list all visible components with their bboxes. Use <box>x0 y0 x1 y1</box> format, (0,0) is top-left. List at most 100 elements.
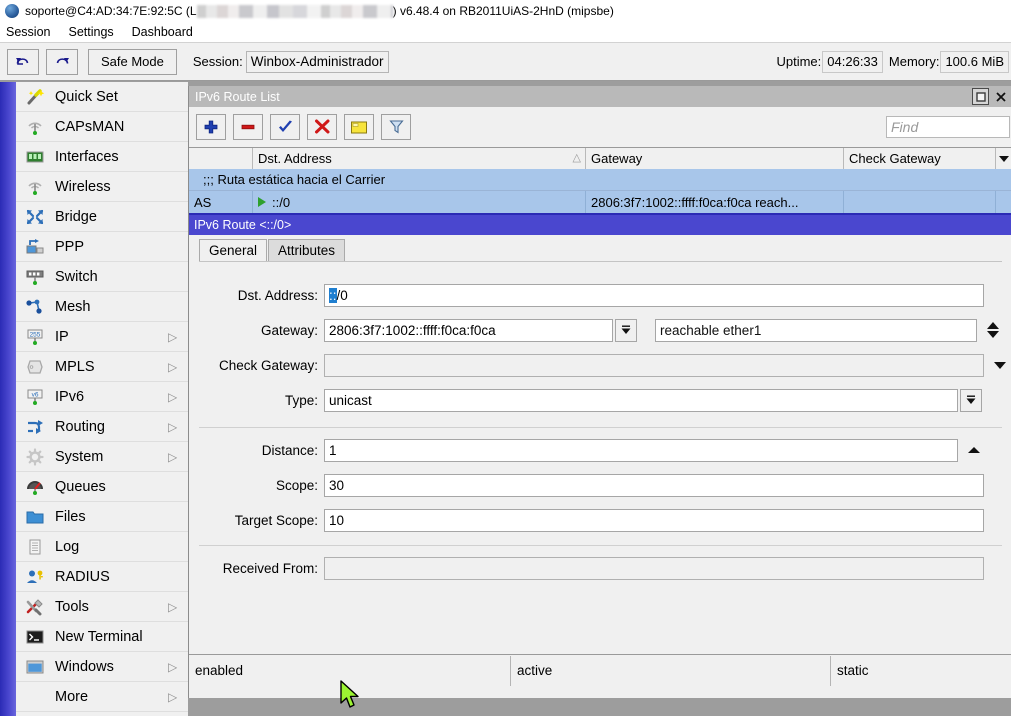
tab-attributes[interactable]: Attributes <box>268 239 345 261</box>
distance-input[interactable]: 1 <box>324 439 958 462</box>
sidebar-item-switch[interactable]: Switch <box>16 262 188 292</box>
type-input[interactable]: unicast <box>324 389 958 412</box>
sidebar-item-ppp[interactable]: PPP <box>16 232 188 262</box>
memory-label: Memory: <box>889 54 940 69</box>
close-button[interactable] <box>992 88 1009 105</box>
sidebar-item-radius[interactable]: RADIUS <box>16 562 188 592</box>
x-icon <box>314 119 330 135</box>
switch-icon <box>22 266 48 288</box>
dialog-body: Dst. Address: ::/0 Gateway: 2806:3f7:100… <box>189 262 1011 654</box>
sidebar-item-label: Routing <box>55 419 168 435</box>
sidebar-item-system[interactable]: System ▷ <box>16 442 188 472</box>
enable-button[interactable] <box>270 114 300 140</box>
gauge-icon <box>22 476 48 498</box>
find-input[interactable]: Find <box>886 116 1010 138</box>
undo-icon <box>14 54 32 70</box>
spacer-icon <box>22 686 48 708</box>
menu-item-settings[interactable]: Settings <box>60 25 123 39</box>
gateway-input[interactable]: 2806:3f7:1002::ffff:f0ca:f0ca <box>324 319 613 342</box>
gateway-label: Gateway: <box>189 323 324 338</box>
sidebar-item-bridge[interactable]: Bridge <box>16 202 188 232</box>
column-header-dst-address[interactable]: Dst. Address △ <box>253 148 586 169</box>
chevron-right-icon: ▷ <box>168 391 184 403</box>
check-gateway-dropdown-button[interactable] <box>988 354 1011 377</box>
sidebar-item-log[interactable]: Log <box>16 532 188 562</box>
sidebar-brand-spine: RouterOS WinBox <box>0 82 16 716</box>
routing-arrows-icon <box>22 416 48 438</box>
sidebar-item-mpls[interactable]: MPLS ▷ <box>16 352 188 382</box>
column-header-flags[interactable] <box>189 148 253 169</box>
sidebar-item-capsman[interactable]: CAPsMAN <box>16 112 188 142</box>
find-placeholder: Find <box>891 119 918 135</box>
sidebar-item-more[interactable]: More ▷ <box>16 682 188 712</box>
sidebar-item-ipv6[interactable]: v6 IPv6 ▷ <box>16 382 188 412</box>
received-from-label: Received From: <box>189 561 324 576</box>
sidebar-item-label: CAPsMAN <box>55 119 188 135</box>
divider <box>199 545 1002 546</box>
sidebar-item-label: Quick Set <box>55 89 188 105</box>
dst-address-input[interactable]: ::/0 <box>324 284 984 307</box>
main-menubar: Session Settings Dashboard <box>0 22 1011 42</box>
sidebar-item-label: Bridge <box>55 209 188 225</box>
route-comment-row[interactable]: ;;; Ruta estática hacia el Carrier <box>189 169 1011 191</box>
sidebar-item-routing[interactable]: Routing ▷ <box>16 412 188 442</box>
filter-button[interactable] <box>381 114 411 140</box>
session-value[interactable]: Winbox-Administrador <box>246 51 389 73</box>
route-list-column-header: Dst. Address △ Gateway Check Gateway <box>189 147 1011 169</box>
gateway-dropdown-button[interactable] <box>615 319 637 342</box>
titlebar-redacted-region <box>197 5 393 18</box>
menu-item-dashboard[interactable]: Dashboard <box>124 25 203 39</box>
sidebar-item-windows[interactable]: Windows ▷ <box>16 652 188 682</box>
sidebar-item-ip[interactable]: 255 IP ▷ <box>16 322 188 352</box>
sidebar-item-queues[interactable]: Queues <box>16 472 188 502</box>
undo-button[interactable] <box>7 49 39 75</box>
disable-button[interactable] <box>307 114 337 140</box>
distance-spinner-button[interactable] <box>962 439 986 462</box>
scope-input[interactable]: 30 <box>324 474 984 497</box>
sidebar-item-label: IP <box>55 329 168 345</box>
column-header-check-gateway[interactable]: Check Gateway <box>844 148 996 169</box>
sidebar-item-label: New Terminal <box>55 629 188 645</box>
titlebar-user-host: soporte@C4:AD:34:7E:92:5C (L <box>25 4 197 18</box>
maximize-icon <box>976 92 986 102</box>
maximize-button[interactable] <box>972 88 989 105</box>
sidebar-item-quick-set[interactable]: Quick Set <box>16 82 188 112</box>
sidebar-item-wireless[interactable]: Wireless <box>16 172 188 202</box>
column-header-gateway[interactable]: Gateway <box>586 148 844 169</box>
gateway-status-input[interactable]: reachable ether1 <box>655 319 977 342</box>
field-row-check-gateway: Check Gateway: <box>189 352 1011 378</box>
session-label: Session: <box>193 54 243 69</box>
menu-item-session[interactable]: Session <box>0 25 60 39</box>
safe-mode-button[interactable]: Safe Mode <box>88 49 177 75</box>
svg-text:255: 255 <box>30 331 41 338</box>
sidebar-item-files[interactable]: Files <box>16 502 188 532</box>
sidebar-item-interfaces[interactable]: Interfaces <box>16 142 188 172</box>
target-scope-label: Target Scope: <box>189 513 324 528</box>
column-chooser-button[interactable] <box>996 148 1011 169</box>
sidebar-item-mesh[interactable]: Mesh <box>16 292 188 322</box>
sidebar-item-tools[interactable]: Tools ▷ <box>16 592 188 622</box>
comment-button[interactable] <box>344 114 374 140</box>
type-dropdown-button[interactable] <box>960 389 982 412</box>
table-row[interactable]: AS ::/0 2806:3f7:1002::ffff:f0ca:f0ca re… <box>189 191 1011 213</box>
plus-icon <box>203 119 219 135</box>
chevron-down-icon <box>993 360 1007 370</box>
tab-general[interactable]: General <box>199 239 267 261</box>
gateway-spinner-button[interactable] <box>981 319 1005 342</box>
dialog-titlebar: IPv6 Route <::/0> <box>189 215 1011 235</box>
mesh-nodes-icon <box>22 296 48 318</box>
check-gateway-label: Check Gateway: <box>189 358 324 373</box>
cell-gateway: 2806:3f7:1002::ffff:f0ca:f0ca reach... <box>586 191 844 213</box>
dialog-tabs: General Attributes <box>189 235 1011 261</box>
check-gateway-input[interactable] <box>324 354 984 377</box>
uptime-label: Uptime: <box>776 54 821 69</box>
sidebar-item-label: Tools <box>55 599 168 615</box>
field-row-target-scope: Target Scope: 10 <box>189 507 1011 533</box>
sidebar-item-new-terminal[interactable]: New Terminal <box>16 622 188 652</box>
target-scope-input[interactable]: 10 <box>324 509 984 532</box>
remove-button[interactable] <box>233 114 263 140</box>
redo-button[interactable] <box>46 49 78 75</box>
ipv6-route-list-window: IPv6 Route List <box>188 86 1011 698</box>
add-button[interactable] <box>196 114 226 140</box>
antenna-icon <box>22 116 48 138</box>
